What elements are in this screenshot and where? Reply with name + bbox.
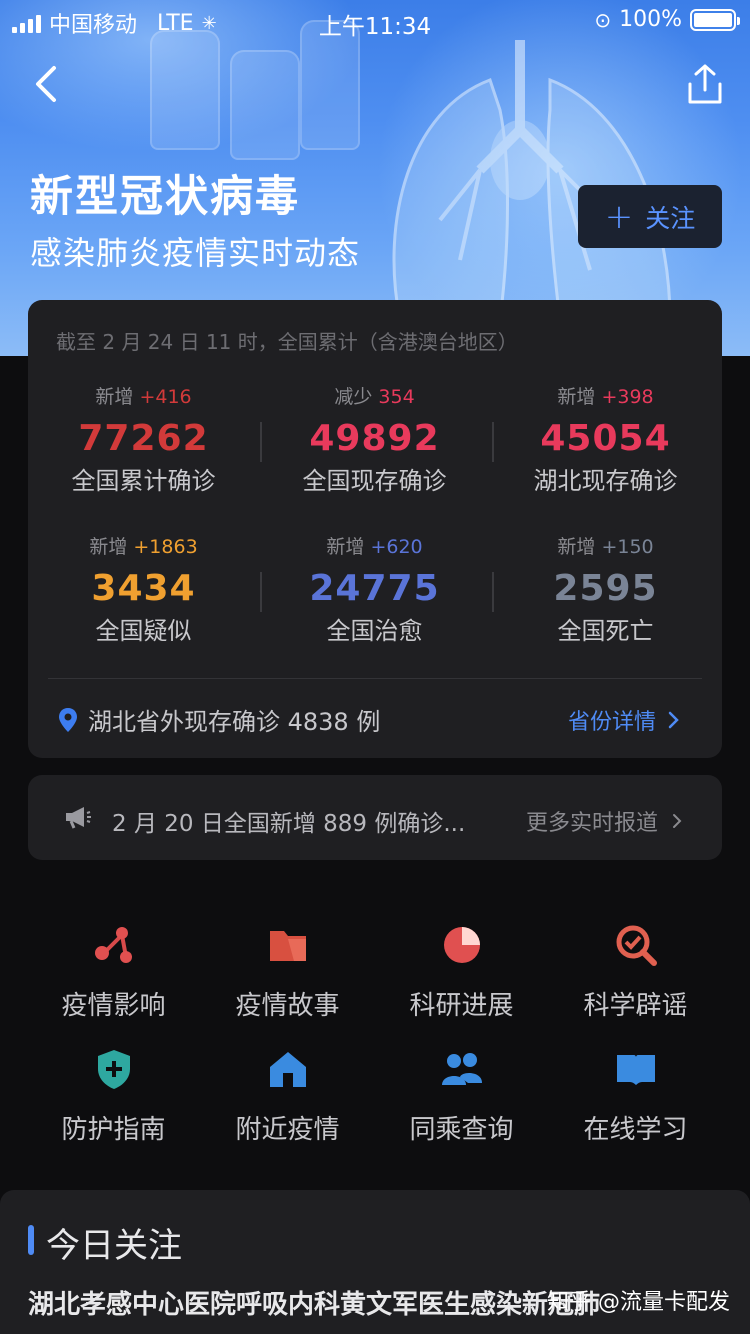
feature-nearby-cases[interactable]: 附近疫情: [194, 1047, 381, 1146]
battery-percent: 100%: [619, 7, 682, 32]
magnify-check-icon: [616, 925, 657, 966]
outside-hubei-text: 湖北省外现存确诊 4838 例: [88, 708, 381, 736]
stats-card: 截至 2 月 24 日 11 时，全国累计（含港澳台地区） 新增 +416 77…: [28, 300, 722, 758]
network-icon: [94, 927, 132, 963]
province-detail-link[interactable]: 省份详情: [568, 704, 680, 736]
stat-value: 77262: [78, 418, 209, 459]
delta-label: 新增: [326, 536, 365, 558]
divider: [48, 678, 702, 679]
battery-icon: [690, 8, 740, 31]
feature-same-transport[interactable]: 同乘查询: [368, 1047, 555, 1146]
stat-label: 全国死亡: [557, 617, 654, 645]
watermark: 知乎 @流量卡配发: [547, 1290, 730, 1315]
divider: [260, 422, 262, 462]
more-news-label: 更多实时报道: [525, 811, 658, 836]
stat-value: 24775: [309, 568, 440, 609]
delta-value: 354: [378, 386, 415, 408]
page-title: 新型冠状病毒: [30, 172, 300, 222]
page-subtitle: 感染肺炎疫情实时动态: [30, 234, 361, 272]
share-icon: [688, 64, 722, 104]
feature-label: 疫情影响: [61, 991, 166, 1021]
shield-plus-icon: [97, 1050, 130, 1089]
feature-label: 附近疫情: [235, 1115, 340, 1145]
stat-value: 49892: [309, 418, 440, 459]
stat-label: 全国治愈: [326, 617, 423, 645]
news-headline[interactable]: 湖北孝感中心医院呼吸内科黄文军医生感染新冠肺: [28, 1284, 600, 1321]
stat-value: 3434: [91, 568, 196, 609]
stat-row: 新增 +416 77262 全国累计确诊 减少 354 49892 全国现存确诊…: [28, 382, 722, 532]
stat-deaths: 新增 +150 2595 全国死亡: [490, 532, 721, 682]
section-accent-bar: [28, 1225, 34, 1255]
section-heading: 今日关注: [46, 1226, 182, 1266]
news-ticker[interactable]: 2 月 20 日全国新增 889 例确诊... 更多实时报道: [28, 775, 722, 860]
stat-value: 2595: [553, 568, 658, 609]
lungs-illustration: [392, 40, 672, 322]
chevron-right-icon: [673, 814, 682, 828]
feature-label: 科学辟谣: [583, 991, 688, 1021]
stat-label: 全国疑似: [95, 617, 192, 645]
bottle-decoration: [150, 30, 220, 150]
follow-button[interactable]: + 关注: [578, 185, 722, 248]
status-bar: 中国移动 LTE ✳ 上午11:34 ⊙ 100%: [0, 0, 750, 40]
bottle-decoration: [230, 50, 300, 160]
share-button[interactable]: [684, 62, 726, 106]
divider: [260, 572, 262, 612]
stat-grid: 新增 +416 77262 全国累计确诊 减少 354 49892 全国现存确诊…: [28, 382, 722, 682]
feature-label: 在线学习: [583, 1115, 688, 1145]
stat-suspected: 新增 +1863 3434 全国疑似: [28, 532, 259, 682]
feature-epidemic-impact[interactable]: 疫情影响: [20, 923, 207, 1022]
home-icon: [269, 1052, 306, 1087]
delta-value: +1863: [133, 536, 198, 558]
chevron-right-icon: [668, 711, 679, 729]
location-pin-icon: [59, 707, 77, 732]
stat-label: 全国累计确诊: [71, 467, 216, 495]
delta-value: +398: [601, 386, 654, 408]
delta-label: 新增: [557, 536, 596, 558]
delta-value: +620: [370, 536, 423, 558]
stat-recovered: 新增 +620 24775 全国治愈: [259, 532, 490, 682]
feature-epidemic-stories[interactable]: 疫情故事: [194, 923, 381, 1022]
follow-label: 关注: [645, 203, 696, 233]
chevron-left-icon: [36, 66, 56, 102]
delta-label: 新增: [557, 386, 596, 408]
divider: [492, 422, 494, 462]
delta-value: +416: [139, 386, 192, 408]
stat-hubei-confirmed: 新增 +398 45054 湖北现存确诊: [490, 382, 721, 532]
delta-label: 新增: [95, 386, 134, 408]
stat-total-confirmed: 新增 +416 77262 全国累计确诊: [28, 382, 259, 532]
delta-label: 新增: [89, 536, 128, 558]
outside-hubei-row: 湖北省外现存确诊 4838 例: [58, 702, 380, 737]
book-icon: [616, 1055, 655, 1085]
feature-label: 疫情故事: [235, 991, 340, 1021]
people-icon: [441, 1053, 482, 1085]
plus-icon: +: [604, 196, 634, 237]
rotation-lock-icon: ⊙: [594, 7, 612, 32]
stat-current-confirmed: 减少 354 49892 全国现存确诊: [259, 382, 490, 532]
more-news-link[interactable]: 更多实时报道: [526, 805, 682, 837]
stat-label: 全国现存确诊: [302, 467, 447, 495]
feature-online-learning[interactable]: 在线学习: [542, 1047, 729, 1146]
province-detail-label: 省份详情: [567, 710, 656, 735]
stats-note: 截至 2 月 24 日 11 时，全国累计（含港澳台地区）: [56, 330, 518, 354]
delta-label: 减少: [334, 386, 373, 408]
pie-chart-icon: [443, 927, 480, 963]
megaphone-icon: [66, 807, 91, 829]
feature-label: 同乘查询: [409, 1115, 514, 1145]
feature-research-progress[interactable]: 科研进展: [368, 923, 555, 1022]
feature-label: 科研进展: [409, 991, 514, 1021]
feature-grid: 疫情影响 疫情故事 科研进展 科学辟谣 防护指南 附近疫情 同乘查询 在线学习: [0, 895, 750, 1167]
stat-value: 45054: [540, 418, 671, 459]
news-text: 2 月 20 日全国新增 889 例确诊...: [112, 811, 466, 837]
stat-row: 新增 +1863 3434 全国疑似 新增 +620 24775 全国治愈 新增…: [28, 532, 722, 682]
divider: [492, 572, 494, 612]
feature-rumor-debunk[interactable]: 科学辟谣: [542, 923, 729, 1022]
back-button[interactable]: [26, 60, 66, 108]
delta-value: +150: [601, 536, 654, 558]
folder-icon: [269, 931, 306, 961]
feature-protection-guide[interactable]: 防护指南: [20, 1047, 207, 1146]
stat-label: 湖北现存确诊: [533, 467, 678, 495]
feature-label: 防护指南: [61, 1115, 166, 1145]
